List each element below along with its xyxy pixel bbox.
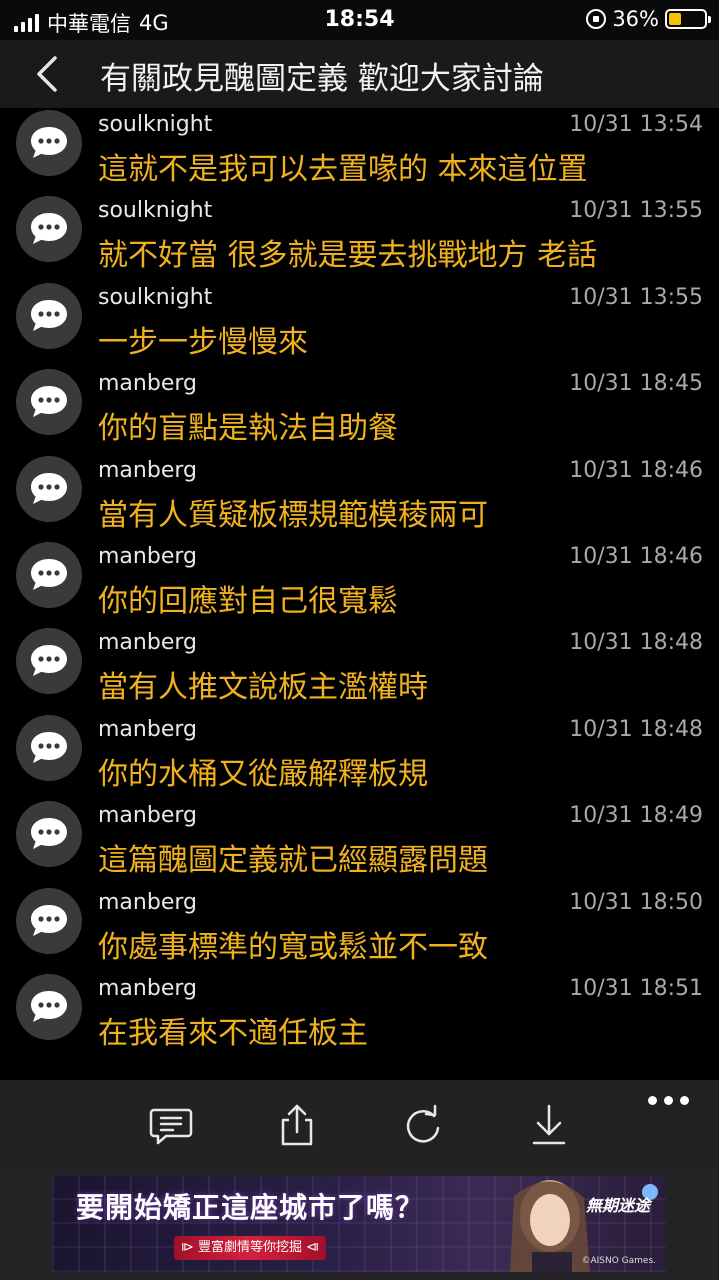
chat-bubble-icon [31,732,67,763]
refresh-icon [406,1104,440,1143]
message-text: 一步一步慢慢來 [98,325,308,360]
avatar[interactable] [16,110,82,176]
message-timestamp: 10/31 18:48 [569,630,703,655]
chat-bubble-icon [31,905,67,936]
message-timestamp: 10/31 13:55 [569,198,703,223]
message-author: manberg [98,803,197,828]
status-right: 36% [586,7,711,31]
message-timestamp: 10/31 18:49 [569,803,703,828]
message-text: 你的水桶又從嚴解釋板規 [98,757,428,792]
chat-bubble-icon [31,818,67,849]
ad-area: 要開始矯正這座城市了嗎？ ⧐ 豐富劇情等你挖掘 ⧏ 無期迷途 ©AISNO Ga… [0,1168,719,1280]
battery-percent: 36% [612,7,659,31]
avatar[interactable] [16,196,82,262]
chat-bubble-icon [31,127,67,158]
rotation-lock-icon [586,9,607,29]
message-text: 當有人推文說板主濫權時 [98,670,428,705]
share-icon [281,1104,313,1146]
message-timestamp: 10/31 18:51 [569,976,703,1001]
message-row[interactable]: manberg 10/31 18:45 你的盲點是執法自助餐 [0,367,719,453]
message-row[interactable]: soulknight 10/31 13:54 這就不是我可以去置喙的 本來這位置 [0,108,719,194]
ad-copyright: ©AISNO Games. [581,1256,656,1266]
message-row[interactable]: manberg 10/31 18:46 你的回應對自己很寬鬆 [0,540,719,626]
message-timestamp: 10/31 18:48 [569,717,703,742]
message-author: manberg [98,371,197,396]
back-button[interactable] [28,50,68,98]
message-row[interactable]: manberg 10/31 18:49 這篇醜圖定義就已經顯露問題 [0,799,719,885]
message-author: manberg [98,544,197,569]
chat-bubble-icon [31,473,67,504]
header-bar: 有關政見醜圖定義 歡迎大家討論 [0,40,719,108]
message-author: manberg [98,890,197,915]
more-button[interactable] [648,1096,689,1105]
message-author: soulknight [98,285,213,310]
avatar[interactable] [16,715,82,781]
chat-bubble-icon [31,991,67,1022]
chat-bubble-icon [31,213,67,244]
message-author: manberg [98,717,197,742]
avatar[interactable] [16,628,82,694]
message-timestamp: 10/31 13:54 [569,112,703,137]
ad-banner[interactable]: 要開始矯正這座城市了嗎？ ⧐ 豐富劇情等你挖掘 ⧏ 無期迷途 ©AISNO Ga… [52,1176,666,1272]
chevron-left-icon [37,56,57,92]
message-timestamp: 10/31 13:55 [569,285,703,310]
message-row[interactable]: manberg 10/31 18:50 你處事標準的寬或鬆並不一致 [0,886,719,972]
message-text: 當有人質疑板標規範模稜兩可 [98,498,488,533]
message-row[interactable]: manberg 10/31 18:48 當有人推文說板主濫權時 [0,626,719,712]
message-text: 你的盲點是執法自助餐 [98,411,398,446]
chat-bubble-icon [31,645,67,676]
comment-button[interactable] [148,1102,194,1148]
share-button[interactable] [274,1102,320,1148]
page-title: 有關政見醜圖定義 歡迎大家討論 [100,61,544,97]
avatar[interactable] [16,369,82,435]
ad-logo: 無期迷途 [585,1196,650,1215]
bottom-toolbar [0,1080,719,1168]
message-row[interactable]: soulknight 10/31 13:55 就不好當 很多就是要去挑戰地方 老話 [0,194,719,280]
message-timestamp: 10/31 18:50 [569,890,703,915]
chat-bubble-icon [31,386,67,417]
avatar[interactable] [16,542,82,608]
message-author: manberg [98,976,197,1001]
message-text: 你處事標準的寬或鬆並不一致 [98,930,488,965]
message-text: 這就不是我可以去置喙的 本來這位置 [98,152,588,187]
battery-icon [665,9,711,29]
battery-fill [669,13,682,25]
message-row[interactable]: manberg 10/31 18:48 你的水桶又從嚴解釋板規 [0,713,719,799]
download-icon [532,1104,566,1145]
message-timestamp: 10/31 18:46 [569,544,703,569]
message-row[interactable]: manberg 10/31 18:46 當有人質疑板標規範模稜兩可 [0,454,719,540]
message-row[interactable]: soulknight 10/31 13:55 一步一步慢慢來 [0,281,719,367]
refresh-button[interactable] [400,1102,446,1148]
message-author: manberg [98,458,197,483]
message-author: manberg [98,630,197,655]
status-bar: 中華電信 4G 18:54 36% [0,0,719,40]
message-text: 在我看來不適任板主 [98,1016,368,1051]
message-author: soulknight [98,112,213,137]
message-timestamp: 10/31 18:45 [569,371,703,396]
message-text: 就不好當 很多就是要去挑戰地方 老話 [98,238,598,273]
message-row[interactable]: manberg 10/31 18:51 在我看來不適任板主 [0,972,719,1058]
message-text: 你的回應對自己很寬鬆 [98,584,398,619]
message-author: soulknight [98,198,213,223]
avatar[interactable] [16,801,82,867]
comment-icon [149,1108,193,1145]
avatar[interactable] [16,974,82,1040]
download-button[interactable] [526,1102,572,1148]
ad-headline: 要開始矯正這座城市了嗎？ [76,1191,425,1224]
message-text: 這篇醜圖定義就已經顯露問題 [98,843,488,878]
avatar[interactable] [16,456,82,522]
message-list[interactable]: soulknight 10/31 13:54 這就不是我可以去置喙的 本來這位置 so… [0,108,719,1080]
message-timestamp: 10/31 18:46 [569,458,703,483]
avatar[interactable] [16,888,82,954]
avatar[interactable] [16,283,82,349]
more-icon [648,1096,657,1105]
chat-bubble-icon [31,559,67,590]
ad-cta-button[interactable]: ⧐ 豐富劇情等你挖掘 ⧏ [174,1236,326,1260]
chat-bubble-icon [31,300,67,331]
